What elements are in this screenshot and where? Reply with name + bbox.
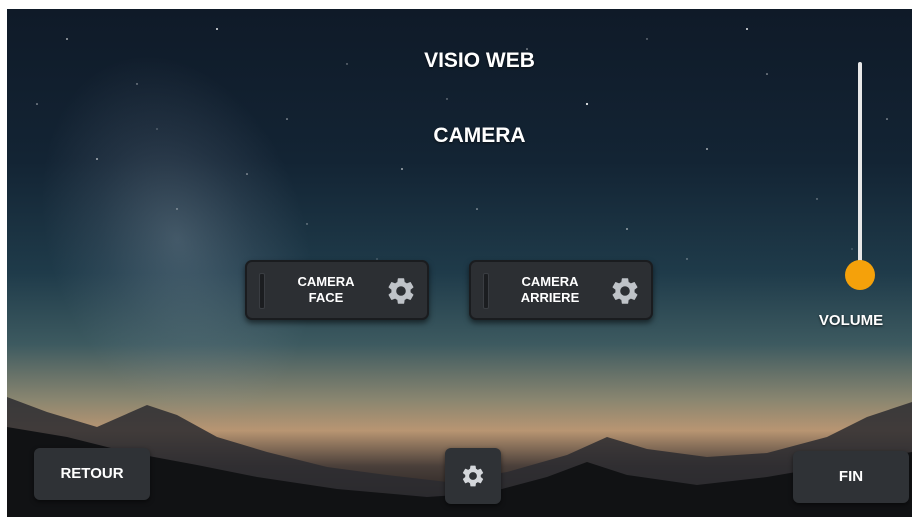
camera-rear-button[interactable]: CAMERA ARRIERE <box>469 260 653 320</box>
volume-slider-track[interactable] <box>858 62 862 275</box>
back-button[interactable]: RETOUR <box>34 448 150 500</box>
camera-front-indicator <box>259 273 265 309</box>
background-milky-way <box>7 18 360 460</box>
volume-label: VOLUME <box>818 312 884 329</box>
camera-front-label: CAMERA FACE <box>297 274 355 305</box>
gear-icon <box>612 278 638 304</box>
app-screen: VISIO WEB CAMERA CAMERA FACE CAMERA ARRI… <box>7 9 912 517</box>
app-title: VISIO WEB <box>424 49 535 72</box>
camera-rear-label: CAMERA ARRIERE <box>520 274 580 305</box>
settings-button[interactable] <box>445 448 501 504</box>
section-title: CAMERA <box>433 124 526 147</box>
volume-slider-thumb[interactable] <box>845 260 875 290</box>
gear-icon <box>462 465 484 487</box>
gear-icon <box>388 278 414 304</box>
end-button[interactable]: FIN <box>793 451 909 503</box>
camera-front-button[interactable]: CAMERA FACE <box>245 260 429 320</box>
camera-rear-indicator <box>483 273 489 309</box>
